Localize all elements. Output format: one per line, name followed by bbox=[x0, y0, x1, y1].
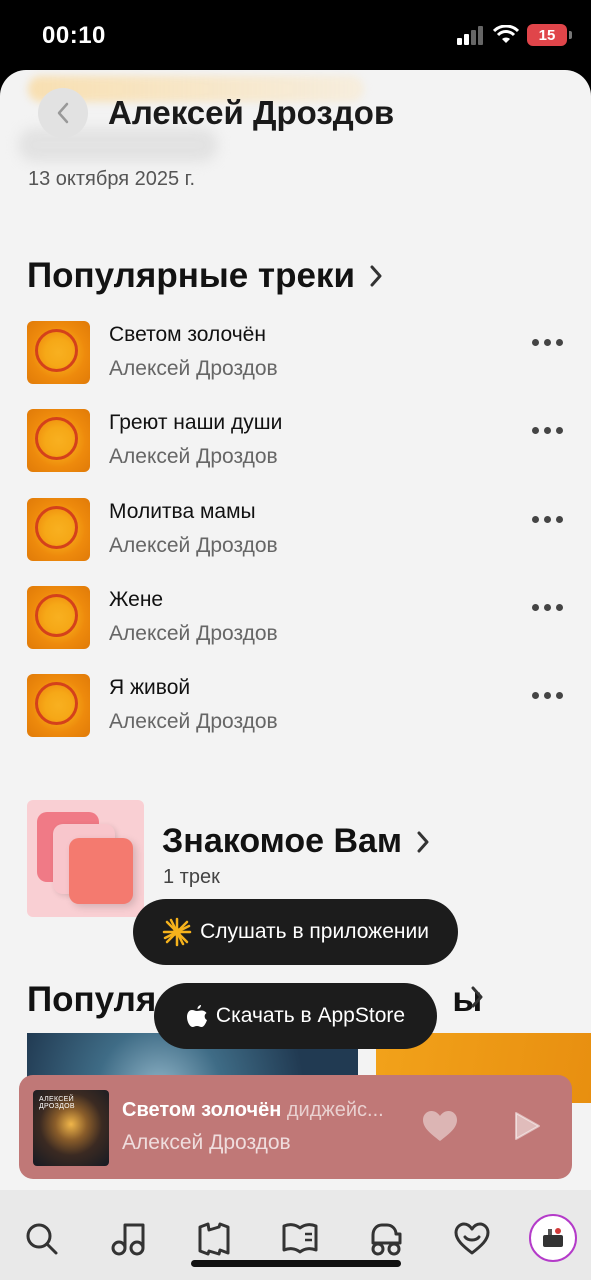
header: Алексей Дроздов bbox=[0, 70, 591, 170]
wifi-icon bbox=[493, 25, 519, 43]
tab-map[interactable] bbox=[189, 1214, 239, 1264]
track-title: Жене bbox=[109, 588, 164, 611]
track-cover bbox=[27, 674, 90, 737]
chevron-right-icon bbox=[370, 265, 382, 287]
download-appstore-label: Скачать в AppStore bbox=[215, 1004, 406, 1027]
back-button[interactable] bbox=[38, 88, 88, 138]
book-icon bbox=[282, 1223, 318, 1254]
battery-indicator: 15 bbox=[527, 24, 572, 46]
familiar-header[interactable]: Знакомое Вам bbox=[162, 822, 430, 861]
heart-icon bbox=[454, 1222, 490, 1255]
chevron-left-icon bbox=[57, 102, 69, 124]
status-bar: 00:10 15 bbox=[0, 0, 591, 70]
signal-icon bbox=[457, 26, 483, 45]
track-row[interactable]: Греют наши души Алексей Дроздов bbox=[27, 409, 567, 479]
track-cover bbox=[27, 498, 90, 561]
map-icon bbox=[198, 1222, 230, 1256]
player-track-title: Светом золочён диджейс... bbox=[122, 1099, 384, 1122]
track-cover bbox=[27, 321, 90, 384]
popular-tracks-title: Популярные треки bbox=[27, 256, 355, 295]
profile-avatar-icon bbox=[543, 1228, 563, 1247]
track-title: Я живой bbox=[109, 676, 191, 699]
tab-books[interactable] bbox=[275, 1214, 325, 1264]
tab-kids[interactable] bbox=[361, 1214, 411, 1264]
track-artist: Алексей Дроздов bbox=[109, 534, 278, 557]
track-artist: Алексей Дроздов bbox=[109, 622, 278, 645]
home-indicator bbox=[191, 1260, 401, 1267]
more-options-icon[interactable] bbox=[532, 339, 563, 346]
track-row[interactable]: Молитва мамы Алексей Дроздов bbox=[27, 498, 567, 568]
chevron-right-icon[interactable] bbox=[470, 986, 484, 1008]
player-cover-text: АЛЕКСЕЙ ДРОЗДОВ bbox=[39, 1096, 75, 1110]
chevron-right-icon bbox=[417, 831, 429, 852]
popular-tracks-header[interactable]: Популярные треки bbox=[27, 256, 383, 296]
track-artist: Алексей Дроздов bbox=[109, 357, 278, 380]
familiar-playlist-cover[interactable] bbox=[27, 800, 144, 917]
track-row[interactable]: Жене Алексей Дроздов bbox=[27, 586, 567, 656]
play-icon[interactable] bbox=[513, 1111, 541, 1141]
familiar-track-count: 1 трек bbox=[163, 866, 220, 888]
player-title-sub: диджейс... bbox=[286, 1099, 384, 1121]
track-title: Молитва мамы bbox=[109, 500, 256, 523]
download-appstore-button[interactable]: Скачать в AppStore bbox=[154, 983, 437, 1049]
sparkle-icon bbox=[162, 917, 192, 947]
player-cover: АЛЕКСЕЙ ДРОЗДОВ bbox=[33, 1090, 109, 1166]
status-icons: 15 bbox=[457, 24, 572, 46]
player-title-main: Светом золочён bbox=[122, 1099, 282, 1121]
avatar[interactable] bbox=[529, 1214, 577, 1262]
more-options-icon[interactable] bbox=[532, 692, 563, 699]
track-title: Светом золочён bbox=[109, 323, 266, 346]
status-time: 00:10 bbox=[42, 22, 106, 49]
listen-in-app-label: Слушать в приложении bbox=[200, 920, 429, 943]
heart-icon[interactable] bbox=[421, 1109, 459, 1143]
track-title: Греют наши души bbox=[109, 411, 283, 434]
popular-albums-title-start: Популя bbox=[27, 980, 157, 1019]
more-options-icon[interactable] bbox=[532, 427, 563, 434]
page-title: Алексей Дроздов bbox=[108, 94, 395, 131]
more-options-icon[interactable] bbox=[532, 516, 563, 523]
track-cover bbox=[27, 586, 90, 649]
track-artist: Алексей Дроздов bbox=[109, 710, 278, 733]
track-cover bbox=[27, 409, 90, 472]
more-options-icon[interactable] bbox=[532, 604, 563, 611]
search-icon bbox=[26, 1223, 58, 1255]
familiar-title: Знакомое Вам bbox=[162, 822, 403, 860]
track-row[interactable]: Я живой Алексей Дроздов bbox=[27, 674, 567, 744]
track-row[interactable]: Светом золочён Алексей Дроздов bbox=[27, 321, 567, 391]
tab-search[interactable] bbox=[17, 1214, 67, 1264]
player-artist: Алексей Дроздов bbox=[122, 1131, 291, 1154]
release-date: 13 октября 2025 г. bbox=[28, 168, 196, 190]
tab-favorites[interactable] bbox=[447, 1214, 497, 1264]
track-artist: Алексей Дроздов bbox=[109, 445, 278, 468]
screen: Алексей Дроздов 13 октября 2025 г. Попул… bbox=[0, 70, 591, 1280]
listen-in-app-button[interactable]: Слушать в приложении bbox=[133, 899, 458, 965]
mini-player[interactable]: АЛЕКСЕЙ ДРОЗДОВ Светом золочён диджейс..… bbox=[19, 1075, 572, 1179]
music-note-icon bbox=[111, 1223, 145, 1256]
kids-car-icon bbox=[371, 1223, 402, 1256]
tab-music[interactable] bbox=[103, 1214, 153, 1264]
apple-icon bbox=[186, 1005, 207, 1027]
cover-card bbox=[69, 838, 133, 904]
